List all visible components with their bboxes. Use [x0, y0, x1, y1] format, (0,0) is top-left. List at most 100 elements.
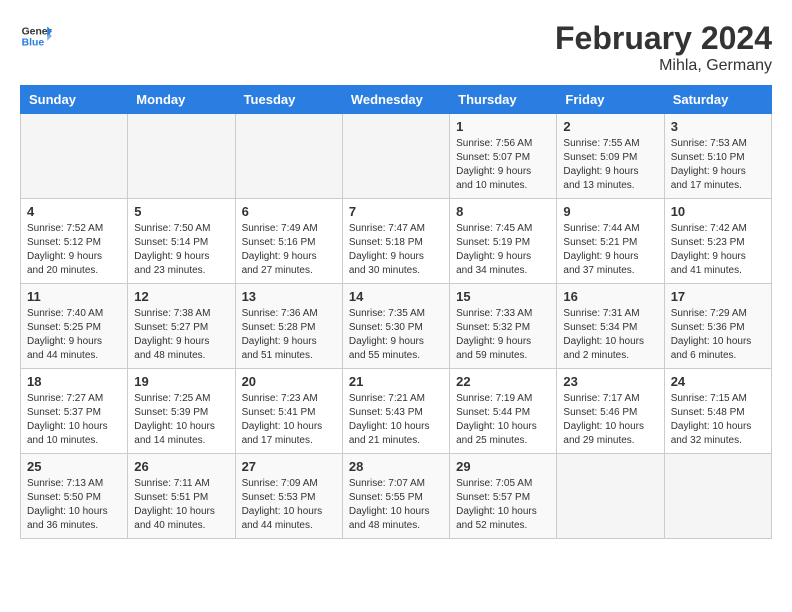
day-number: 1: [456, 119, 550, 134]
day-number: 8: [456, 204, 550, 219]
day-info: Sunrise: 7:17 AM Sunset: 5:46 PM Dayligh…: [563, 392, 657, 448]
day-info: Sunrise: 7:42 AM Sunset: 5:23 PM Dayligh…: [671, 222, 765, 278]
day-info: Sunrise: 7:52 AM Sunset: 5:12 PM Dayligh…: [27, 222, 121, 278]
day-number: 13: [242, 289, 336, 304]
svg-text:Blue: Blue: [22, 38, 45, 49]
day-cell: 10 Sunrise: 7:42 AM Sunset: 5:23 PM Dayli…: [664, 199, 771, 284]
day-number: 16: [563, 289, 657, 304]
day-info: Sunrise: 7:11 AM Sunset: 5:51 PM Dayligh…: [134, 477, 228, 533]
day-info: Sunrise: 7:55 AM Sunset: 5:09 PM Dayligh…: [563, 137, 657, 193]
day-cell: 25 Sunrise: 7:13 AM Sunset: 5:50 PM Dayli…: [21, 454, 128, 539]
day-cell: 8 Sunrise: 7:45 AM Sunset: 5:19 PM Daylig…: [450, 199, 557, 284]
day-number: 5: [134, 204, 228, 219]
day-number: 10: [671, 204, 765, 219]
day-info: Sunrise: 7:53 AM Sunset: 5:10 PM Dayligh…: [671, 137, 765, 193]
week-row-4: 18 Sunrise: 7:27 AM Sunset: 5:37 PM Dayli…: [21, 369, 772, 454]
day-number: 19: [134, 374, 228, 389]
day-cell: 19 Sunrise: 7:25 AM Sunset: 5:39 PM Dayli…: [128, 369, 235, 454]
day-cell: 29Sunrise: 7:05 AM Sunset: 5:57 PM Dayli…: [450, 454, 557, 539]
calendar-header: SundayMondayTuesdayWednesdayThursdayFrid…: [21, 86, 772, 114]
week-row-3: 11Sunrise: 7:40 AM Sunset: 5:25 PM Dayli…: [21, 284, 772, 369]
day-info: Sunrise: 7:05 AM Sunset: 5:57 PM Dayligh…: [456, 477, 550, 533]
day-info: Sunrise: 7:29 AM Sunset: 5:36 PM Dayligh…: [671, 307, 765, 363]
day-info: Sunrise: 7:45 AM Sunset: 5:19 PM Dayligh…: [456, 222, 550, 278]
day-number: 15: [456, 289, 550, 304]
day-number: 22: [456, 374, 550, 389]
day-info: Sunrise: 7:15 AM Sunset: 5:48 PM Dayligh…: [671, 392, 765, 448]
day-info: Sunrise: 7:19 AM Sunset: 5:44 PM Dayligh…: [456, 392, 550, 448]
day-info: Sunrise: 7:44 AM Sunset: 5:21 PM Dayligh…: [563, 222, 657, 278]
day-number: 14: [349, 289, 443, 304]
day-info: Sunrise: 7:27 AM Sunset: 5:37 PM Dayligh…: [27, 392, 121, 448]
day-info: Sunrise: 7:31 AM Sunset: 5:34 PM Dayligh…: [563, 307, 657, 363]
header-cell-friday: Friday: [557, 86, 664, 114]
day-cell: 4 Sunrise: 7:52 AM Sunset: 5:12 PM Daylig…: [21, 199, 128, 284]
day-cell: [557, 454, 664, 539]
day-info: Sunrise: 7:40 AM Sunset: 5:25 PM Dayligh…: [27, 307, 121, 363]
day-info: Sunrise: 7:07 AM Sunset: 5:55 PM Dayligh…: [349, 477, 443, 533]
day-info: Sunrise: 7:09 AM Sunset: 5:53 PM Dayligh…: [242, 477, 336, 533]
day-cell: [235, 114, 342, 199]
day-cell: 5Sunrise: 7:50 AM Sunset: 5:14 PM Daylig…: [128, 199, 235, 284]
day-cell: 11Sunrise: 7:40 AM Sunset: 5:25 PM Dayli…: [21, 284, 128, 369]
logo-icon: General Blue: [20, 20, 52, 52]
header-cell-wednesday: Wednesday: [342, 86, 449, 114]
header-cell-sunday: Sunday: [21, 86, 128, 114]
day-cell: 3 Sunrise: 7:53 AM Sunset: 5:10 PM Daylig…: [664, 114, 771, 199]
day-cell: 12 Sunrise: 7:38 AM Sunset: 5:27 PM Dayli…: [128, 284, 235, 369]
location-subtitle: Mihla, Germany: [555, 57, 772, 75]
day-cell: 9 Sunrise: 7:44 AM Sunset: 5:21 PM Daylig…: [557, 199, 664, 284]
day-cell: [342, 114, 449, 199]
week-row-2: 4 Sunrise: 7:52 AM Sunset: 5:12 PM Daylig…: [21, 199, 772, 284]
header-row: SundayMondayTuesdayWednesdayThursdayFrid…: [21, 86, 772, 114]
day-number: 3: [671, 119, 765, 134]
day-cell: 24 Sunrise: 7:15 AM Sunset: 5:48 PM Dayli…: [664, 369, 771, 454]
day-cell: 26 Sunrise: 7:11 AM Sunset: 5:51 PM Dayli…: [128, 454, 235, 539]
day-info: Sunrise: 7:35 AM Sunset: 5:30 PM Dayligh…: [349, 307, 443, 363]
day-info: Sunrise: 7:13 AM Sunset: 5:50 PM Dayligh…: [27, 477, 121, 533]
day-number: 28: [349, 459, 443, 474]
day-cell: 23 Sunrise: 7:17 AM Sunset: 5:46 PM Dayli…: [557, 369, 664, 454]
day-number: 18: [27, 374, 121, 389]
day-number: 7: [349, 204, 443, 219]
day-cell: [128, 114, 235, 199]
calendar-table: SundayMondayTuesdayWednesdayThursdayFrid…: [20, 85, 772, 539]
day-info: Sunrise: 7:23 AM Sunset: 5:41 PM Dayligh…: [242, 392, 336, 448]
logo: General Blue: [20, 20, 52, 52]
day-number: 4: [27, 204, 121, 219]
day-cell: 21 Sunrise: 7:21 AM Sunset: 5:43 PM Dayli…: [342, 369, 449, 454]
day-cell: 27Sunrise: 7:09 AM Sunset: 5:53 PM Dayli…: [235, 454, 342, 539]
day-number: 24: [671, 374, 765, 389]
day-cell: 14 Sunrise: 7:35 AM Sunset: 5:30 PM Dayli…: [342, 284, 449, 369]
day-number: 6: [242, 204, 336, 219]
day-cell: 1Sunrise: 7:56 AM Sunset: 5:07 PM Daylig…: [450, 114, 557, 199]
day-number: 12: [134, 289, 228, 304]
day-cell: 2 Sunrise: 7:55 AM Sunset: 5:09 PM Daylig…: [557, 114, 664, 199]
day-cell: 15Sunrise: 7:33 AM Sunset: 5:32 PM Dayli…: [450, 284, 557, 369]
day-number: 23: [563, 374, 657, 389]
day-info: Sunrise: 7:36 AM Sunset: 5:28 PM Dayligh…: [242, 307, 336, 363]
day-cell: [21, 114, 128, 199]
day-number: 20: [242, 374, 336, 389]
day-cell: 7 Sunrise: 7:47 AM Sunset: 5:18 PM Daylig…: [342, 199, 449, 284]
day-cell: [664, 454, 771, 539]
day-info: Sunrise: 7:38 AM Sunset: 5:27 PM Dayligh…: [134, 307, 228, 363]
day-info: Sunrise: 7:25 AM Sunset: 5:39 PM Dayligh…: [134, 392, 228, 448]
day-cell: 22 Sunrise: 7:19 AM Sunset: 5:44 PM Dayli…: [450, 369, 557, 454]
day-number: 2: [563, 119, 657, 134]
day-cell: 13 Sunrise: 7:36 AM Sunset: 5:28 PM Dayli…: [235, 284, 342, 369]
day-cell: 20 Sunrise: 7:23 AM Sunset: 5:41 PM Dayli…: [235, 369, 342, 454]
day-number: 25: [27, 459, 121, 474]
header-cell-thursday: Thursday: [450, 86, 557, 114]
header-cell-saturday: Saturday: [664, 86, 771, 114]
day-info: Sunrise: 7:47 AM Sunset: 5:18 PM Dayligh…: [349, 222, 443, 278]
day-info: Sunrise: 7:49 AM Sunset: 5:16 PM Dayligh…: [242, 222, 336, 278]
day-number: 9: [563, 204, 657, 219]
header-cell-monday: Monday: [128, 86, 235, 114]
day-number: 26: [134, 459, 228, 474]
day-cell: 6 Sunrise: 7:49 AM Sunset: 5:16 PM Daylig…: [235, 199, 342, 284]
header-cell-tuesday: Tuesday: [235, 86, 342, 114]
title-block: February 2024 Mihla, Germany: [555, 20, 772, 75]
day-number: 21: [349, 374, 443, 389]
day-info: Sunrise: 7:21 AM Sunset: 5:43 PM Dayligh…: [349, 392, 443, 448]
